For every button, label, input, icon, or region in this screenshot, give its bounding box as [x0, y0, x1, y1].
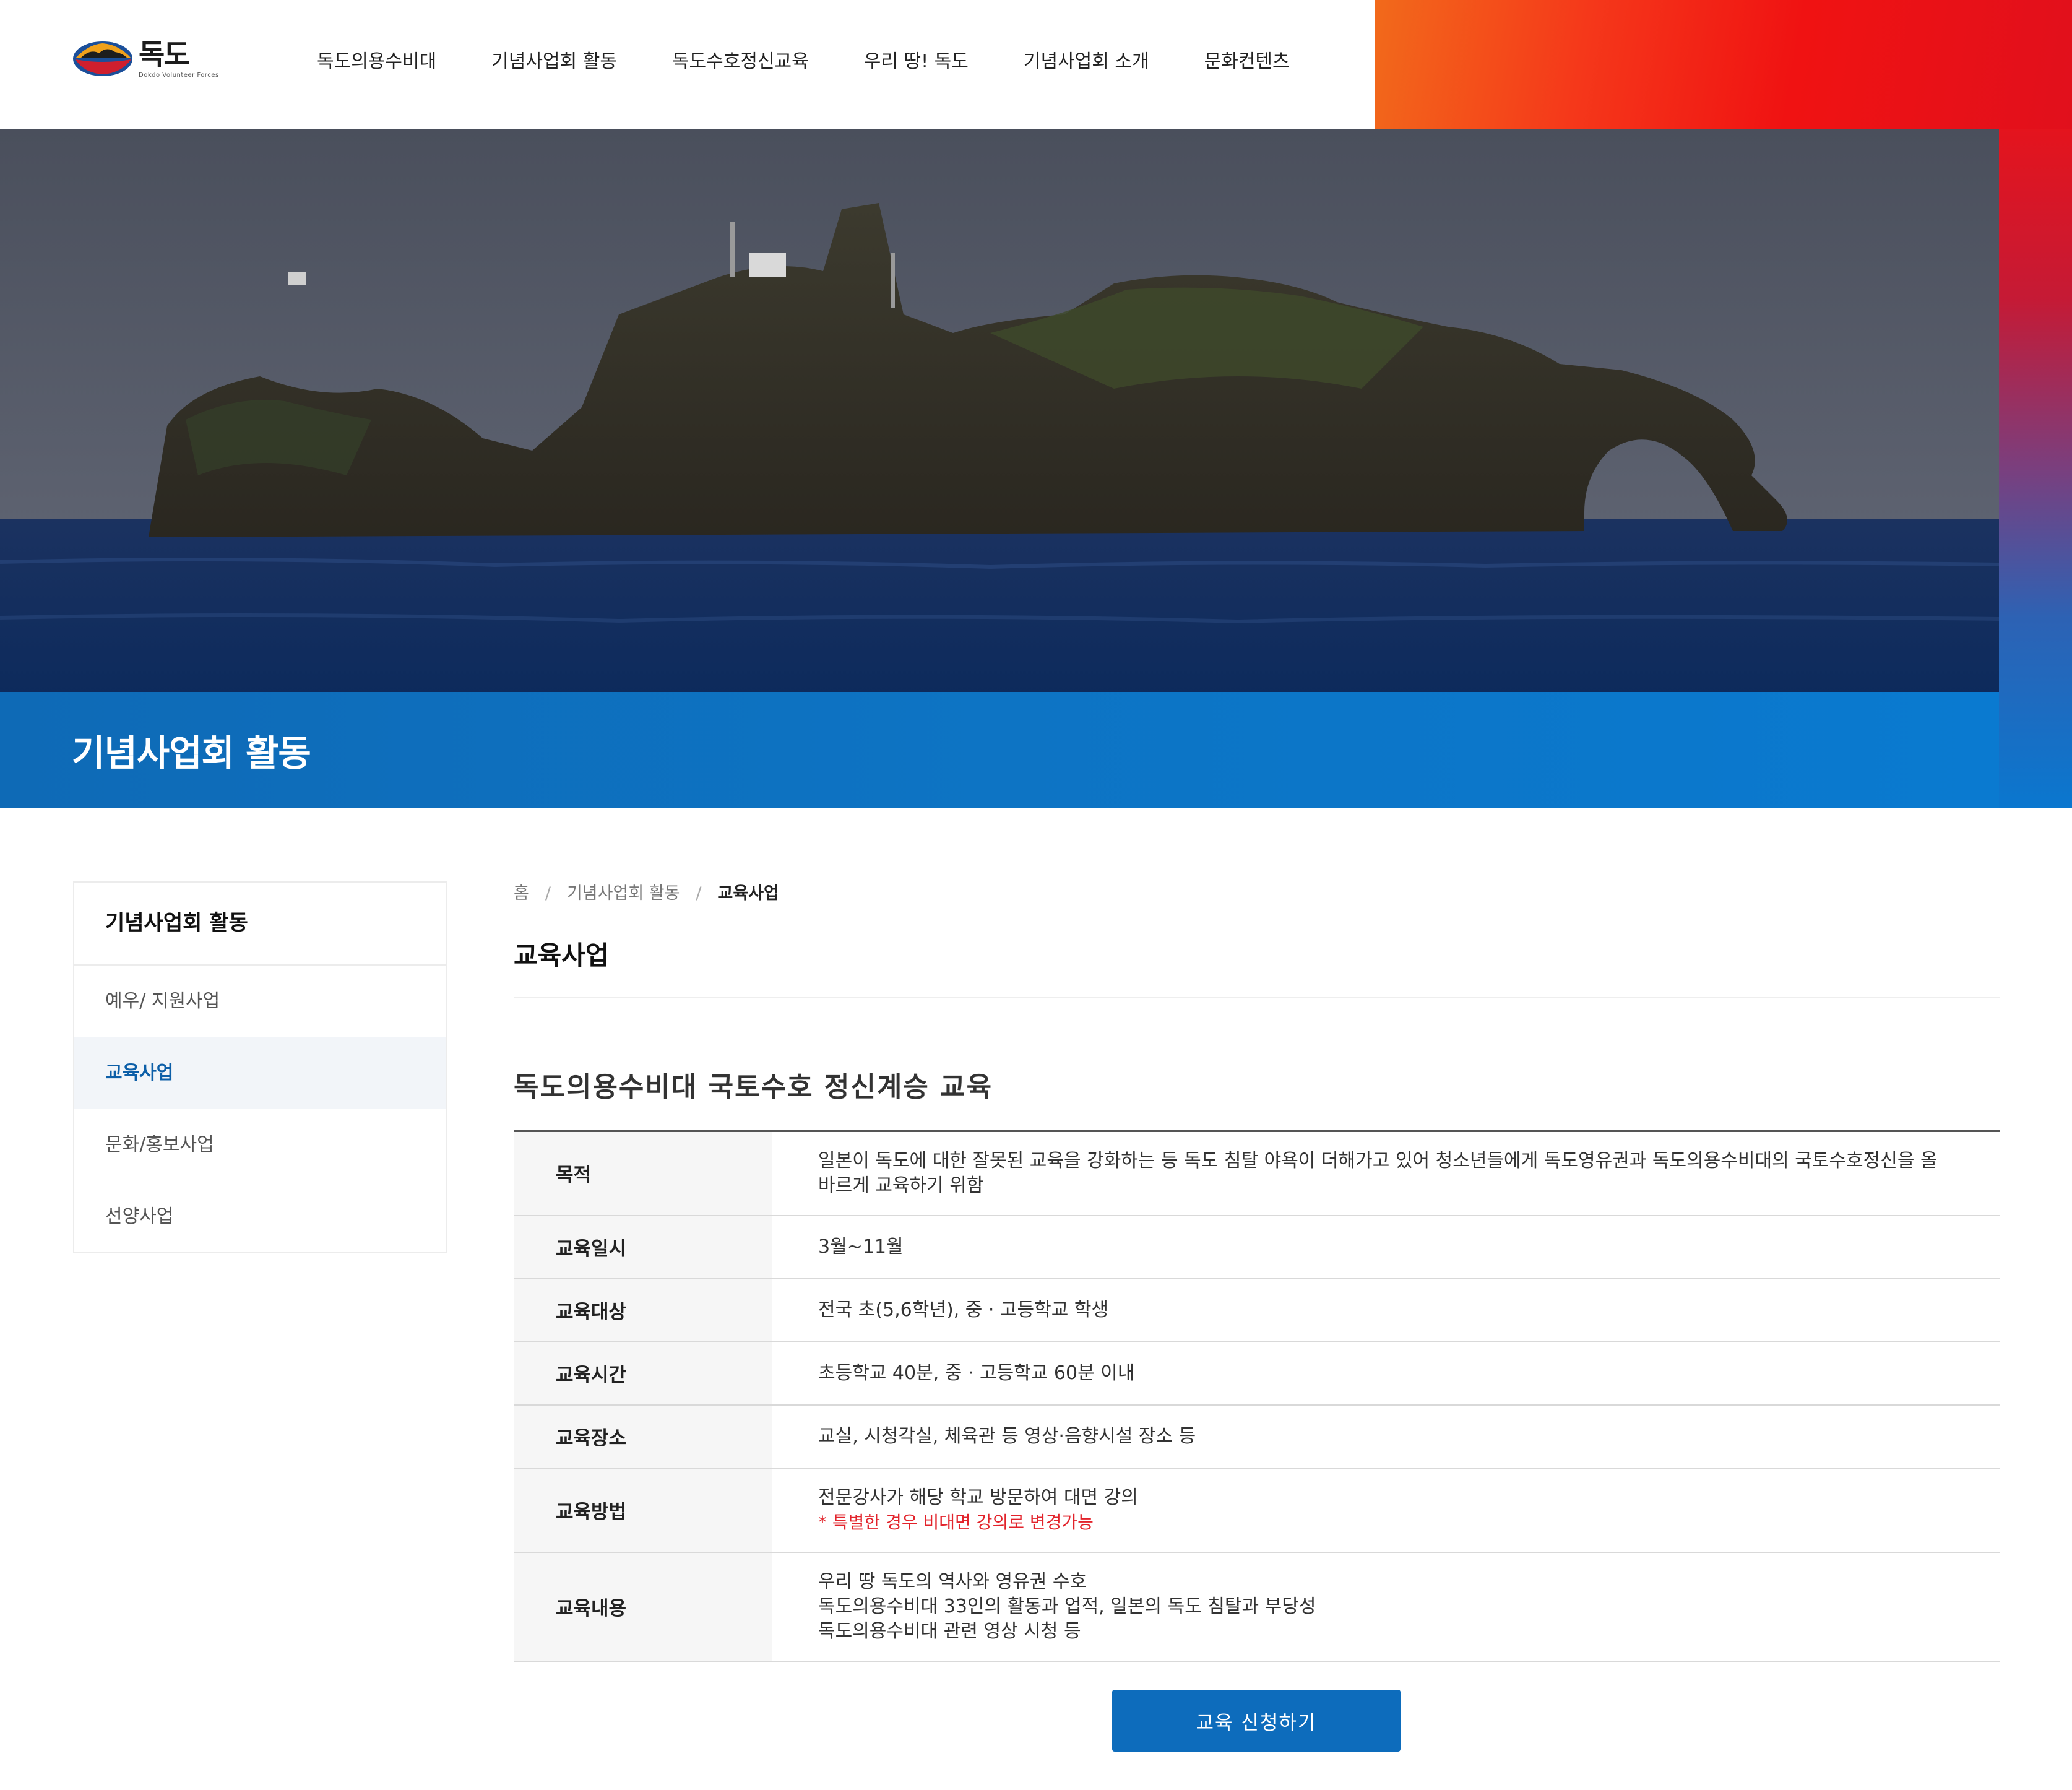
cell-note: * 특별한 경우 비대면 강의로 변경가능: [818, 1511, 1094, 1533]
sidebar-item-commemoration[interactable]: 선양사업: [74, 1181, 446, 1253]
cell-text: 전국 초(5,6학년), 중 · 고등학교 학생: [818, 1299, 1109, 1321]
breadcrumb-level1[interactable]: 기념사업회 활동: [567, 881, 680, 906]
cell-text: 독도의용수비대 33인의 활동과 업적, 일본의 독도 침탈과 부당성: [818, 1595, 1316, 1617]
cell-text: 전문강사가 해당 학교 방문하여 대면 강의: [818, 1486, 1138, 1508]
table-row: 교육일시 3월~11월: [514, 1215, 2000, 1279]
sidebar-nav: 기념사업회 활동 예우/ 지원사업 교육사업 문화/홍보사업 선양사업: [73, 881, 447, 1253]
cell-text: 3월~11월: [818, 1235, 904, 1258]
row-value-content: 우리 땅 독도의 역사와 영유권 수호 독도의용수비대 33인의 활동과 업적,…: [772, 1552, 2000, 1662]
title-divider: [514, 997, 2000, 998]
dokdo-emblem-icon: [73, 41, 132, 76]
sidebar-title: 기념사업회 활동: [74, 883, 446, 966]
hero-banner: 기념사업회 활동: [0, 129, 1999, 808]
page-title: 교육사업: [514, 940, 610, 971]
cell-text: 일본이 독도에 대한 잘못된 교육을 강화하는 등 독도 침탈 야욕이 더해가고…: [818, 1149, 1938, 1196]
breadcrumb-home[interactable]: 홈: [514, 881, 529, 906]
logo-main-text: 독도: [139, 37, 190, 71]
logo-sub-text: Dokdo Volunteer Forces: [139, 71, 219, 79]
cell-text: 독도의용수비대 관련 영상 시청 등: [818, 1620, 1081, 1642]
apply-education-button[interactable]: 교육 신청하기: [1112, 1690, 1401, 1752]
row-value-duration: 초등학교 40분, 중 · 고등학교 60분 이내: [772, 1341, 2000, 1406]
row-label-purpose: 목적: [514, 1131, 772, 1216]
breadcrumb-separator: /: [545, 884, 551, 903]
nav-item-culture[interactable]: 문화컨텐츠: [1204, 47, 1290, 77]
table-row: 목적 일본이 독도에 대한 잘못된 교육을 강화하는 등 독도 침탈 야욕이 더…: [514, 1131, 2000, 1216]
row-label-location: 교육장소: [514, 1404, 772, 1469]
side-gradient-decoration: [1999, 129, 2072, 808]
nav-item-education[interactable]: 독도수호정신교육: [672, 47, 809, 77]
breadcrumb-separator: /: [696, 884, 702, 903]
nav-item-activities[interactable]: 기념사업회 활동: [491, 47, 617, 77]
breadcrumb: 홈 / 기념사업회 활동 / 교육사업: [514, 881, 779, 906]
nav-item-our-land[interactable]: 우리 땅! 독도: [864, 47, 969, 77]
hero-title: 기념사업회 활동: [72, 732, 311, 774]
sidebar-item-culture-promotion[interactable]: 문화/홍보사업: [74, 1109, 446, 1181]
row-value-schedule: 3월~11월: [772, 1215, 2000, 1279]
row-label-content: 교육내용: [514, 1552, 772, 1662]
cell-text: 초등학교 40분, 중 · 고등학교 60분 이내: [818, 1362, 1135, 1384]
main-nav: 독도의용수비대 기념사업회 활동 독도수호정신교육 우리 땅! 독도 기념사업회…: [317, 47, 1345, 77]
sidebar-item-support[interactable]: 예우/ 지원사업: [74, 966, 446, 1037]
education-info-table: 목적 일본이 독도에 대한 잘못된 교육을 강화하는 등 독도 침탈 야욕이 더…: [514, 1130, 2000, 1662]
cell-text: 우리 땅 독도의 역사와 영유권 수호: [818, 1570, 1087, 1593]
table-row: 교육장소 교실, 시청각실, 체육관 등 영상·음향시설 장소 등: [514, 1404, 2000, 1469]
row-label-duration: 교육시간: [514, 1341, 772, 1406]
table-row: 교육내용 우리 땅 독도의 역사와 영유권 수호 독도의용수비대 33인의 활동…: [514, 1552, 2000, 1662]
row-value-location: 교실, 시청각실, 체육관 등 영상·음향시설 장소 등: [772, 1404, 2000, 1469]
row-label-target: 교육대상: [514, 1278, 772, 1342]
nav-item-about[interactable]: 기념사업회 소개: [1024, 47, 1149, 77]
row-label-schedule: 교육일시: [514, 1215, 772, 1279]
row-value-target: 전국 초(5,6학년), 중 · 고등학교 학생: [772, 1278, 2000, 1342]
nav-item-volunteer-forces[interactable]: 독도의용수비대: [317, 47, 436, 77]
section-title: 독도의용수비대 국토수호 정신계승 교육: [514, 1071, 993, 1103]
row-value-purpose: 일본이 독도에 대한 잘못된 교육을 강화하는 등 독도 침탈 야욕이 더해가고…: [772, 1131, 2000, 1216]
table-row: 교육방법 전문강사가 해당 학교 방문하여 대면 강의 * 특별한 경우 비대면…: [514, 1468, 2000, 1553]
site-logo[interactable]: 독도 Dokdo Volunteer Forces: [72, 32, 251, 85]
header-gradient-decoration: [1375, 0, 2072, 129]
breadcrumb-current: 교육사업: [717, 884, 779, 903]
sidebar-item-education[interactable]: 교육사업: [74, 1037, 446, 1109]
row-value-method: 전문강사가 해당 학교 방문하여 대면 강의 * 특별한 경우 비대면 강의로 …: [772, 1468, 2000, 1553]
table-row: 교육시간 초등학교 40분, 중 · 고등학교 60분 이내: [514, 1341, 2000, 1406]
row-label-method: 교육방법: [514, 1468, 772, 1553]
table-row: 교육대상 전국 초(5,6학년), 중 · 고등학교 학생: [514, 1278, 2000, 1342]
cell-text: 교실, 시청각실, 체육관 등 영상·음향시설 장소 등: [818, 1425, 1196, 1447]
